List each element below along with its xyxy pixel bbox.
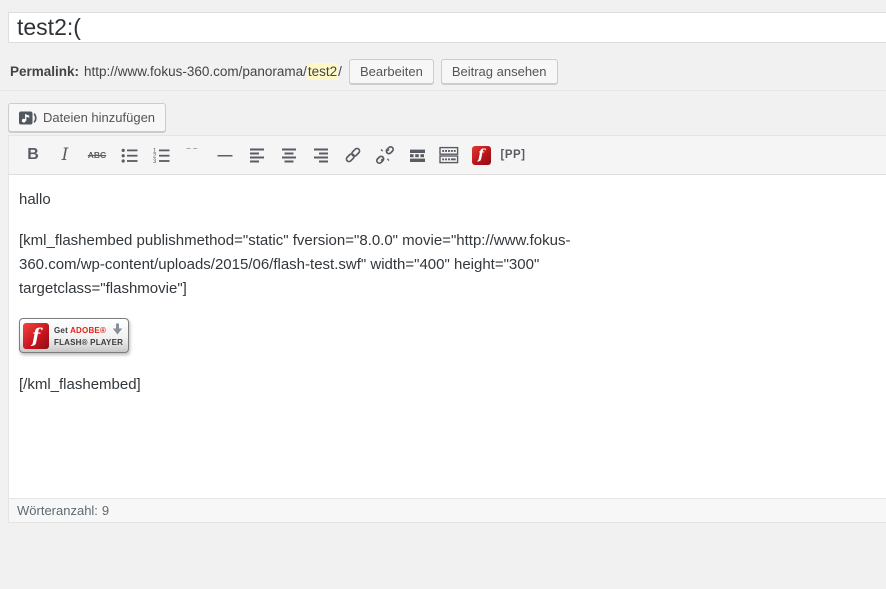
word-count-label: Wörteranzahl:: [17, 503, 98, 518]
editor-tools-divider: [0, 90, 886, 91]
align-right-button[interactable]: [307, 142, 335, 168]
link-icon: [343, 145, 363, 165]
bold-button[interactable]: B: [19, 142, 47, 168]
editor-toolbar: B I ABC 1 2 3 “ —: [9, 136, 886, 175]
post-title-input[interactable]: [8, 12, 886, 43]
download-arrow-icon: [112, 323, 123, 336]
media-icon: [19, 110, 37, 126]
flash-badge-adobe-label: ADOBE®: [70, 326, 106, 335]
permalink-row: Permalink: http://www.fokus-360.com/pano…: [10, 58, 558, 84]
editor-shortcode-paragraph: [kml_flashembed publishmethod="static" f…: [19, 229, 867, 301]
strikethrough-icon: ABC: [88, 150, 106, 160]
kimili-flash-embed-button[interactable]: [PP]: [499, 142, 527, 168]
toolbar-toggle-button[interactable]: [435, 142, 463, 168]
pp-shortcode-icon: [PP]: [501, 149, 526, 161]
align-center-button[interactable]: [275, 142, 303, 168]
editor-content-area[interactable]: hallo [kml_flashembed publishmethod="sta…: [9, 175, 886, 498]
editor-closing-shortcode: [/kml_flashembed]: [19, 373, 867, 397]
editor-container: B I ABC 1 2 3 “ —: [8, 135, 886, 523]
bold-icon: B: [27, 147, 39, 163]
italic-button[interactable]: I: [51, 142, 79, 168]
align-left-icon: [248, 146, 266, 164]
numbered-list-button[interactable]: 1 2 3: [147, 142, 175, 168]
horizontal-rule-icon: —: [218, 148, 233, 163]
italic-icon: I: [62, 147, 69, 164]
more-tag-button[interactable]: [403, 142, 431, 168]
flash-badge-get-label: Get: [54, 326, 70, 335]
bulleted-list-icon: [120, 146, 139, 165]
flash-embed-button[interactable]: f: [467, 142, 495, 168]
word-count-value: 9: [102, 503, 109, 518]
toolbar-toggle-icon: [439, 145, 459, 165]
unlink-icon: [375, 145, 395, 165]
bulleted-list-button[interactable]: [115, 142, 143, 168]
align-left-button[interactable]: [243, 142, 271, 168]
editor-status-bar: Wörteranzahl: 9: [9, 498, 886, 522]
blockquote-icon: “: [184, 148, 201, 162]
horizontal-rule-button[interactable]: —: [211, 142, 239, 168]
align-right-icon: [312, 146, 330, 164]
align-center-icon: [280, 146, 298, 164]
add-media-button[interactable]: Dateien hinzufügen: [8, 103, 166, 132]
remove-link-button[interactable]: [371, 142, 399, 168]
permalink-label: Permalink:: [10, 64, 79, 79]
flash-badge-player-label: FLASH® PLAYER: [54, 338, 123, 347]
shortcode-line: 360.com/wp-content/uploads/2015/06/flash…: [19, 253, 867, 277]
permalink-url-suffix: /: [338, 64, 342, 79]
permalink-slug[interactable]: test2: [307, 63, 338, 80]
permalink-url-prefix: http://www.fokus-360.com/panorama/: [84, 64, 307, 79]
svg-text:3: 3: [153, 159, 157, 165]
adobe-flash-logo: f: [23, 323, 49, 349]
view-post-button[interactable]: Beitrag ansehen: [441, 59, 558, 84]
shortcode-line: targetclass="flashmovie"]: [19, 277, 867, 301]
add-media-label: Dateien hinzufügen: [43, 110, 155, 125]
more-tag-icon: [408, 146, 427, 165]
shortcode-line: [kml_flashembed publishmethod="static" f…: [19, 229, 867, 253]
blockquote-button[interactable]: “: [179, 142, 207, 168]
editor-paragraph: hallo: [19, 188, 867, 212]
strikethrough-button[interactable]: ABC: [83, 142, 111, 168]
edit-permalink-button[interactable]: Bearbeiten: [349, 59, 434, 84]
flash-icon: f: [472, 146, 491, 165]
get-flash-player-badge[interactable]: f Get ADOBE® FLASH® PLAYER: [19, 318, 129, 353]
numbered-list-icon: 1 2 3: [152, 146, 171, 165]
insert-link-button[interactable]: [339, 142, 367, 168]
